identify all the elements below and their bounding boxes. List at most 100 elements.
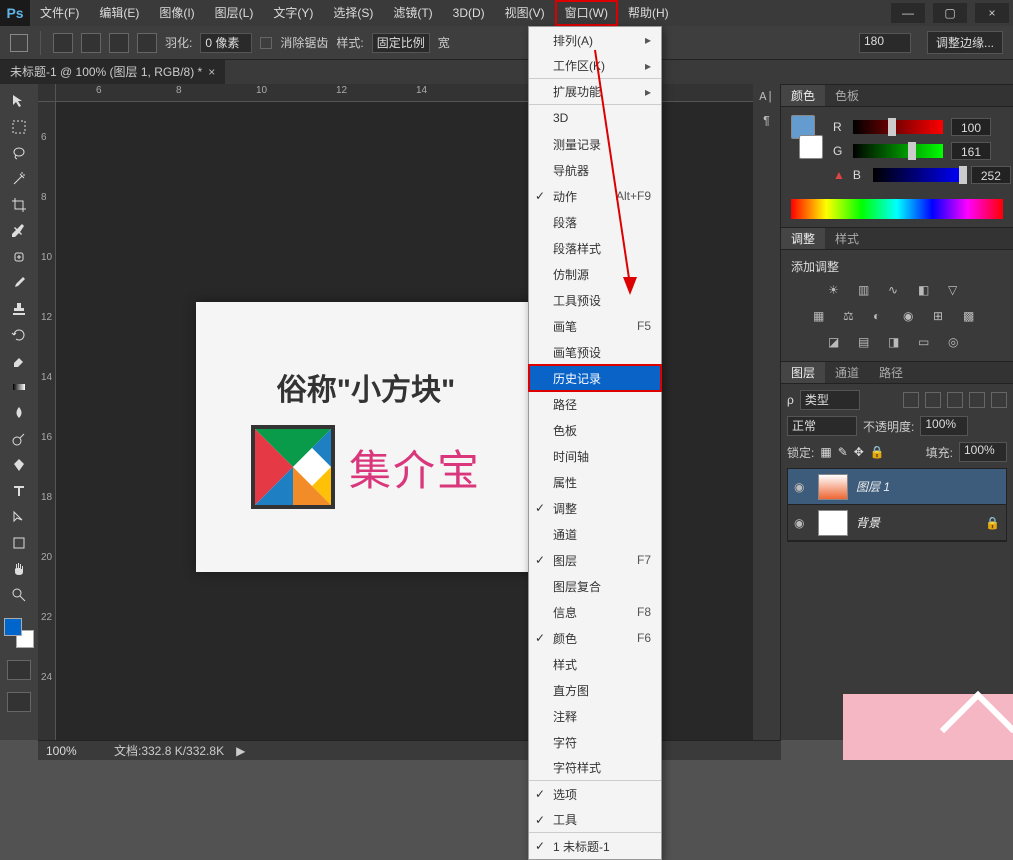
dropdown-item[interactable]: 路径 (529, 391, 661, 417)
eraser-tool-icon[interactable] (5, 349, 33, 373)
dropdown-item[interactable]: ✓图层F7 (529, 547, 661, 573)
fill-input[interactable]: 100% (959, 442, 1007, 462)
selection-mode-new-icon[interactable] (53, 33, 73, 53)
doc-tab-close-icon[interactable]: × (208, 60, 215, 84)
gradient-map-icon[interactable]: ▭ (918, 335, 936, 353)
paragraph-panel-icon[interactable]: ¶ (763, 114, 770, 128)
menu-type[interactable]: 文字(Y) (263, 0, 323, 26)
menu-image[interactable]: 图像(I) (149, 0, 204, 26)
layer-filter-select[interactable]: 类型 (800, 390, 860, 410)
eyedropper-tool-icon[interactable] (5, 219, 33, 243)
dropdown-item[interactable]: 仿制源 (529, 261, 661, 287)
stamp-tool-icon[interactable] (5, 297, 33, 321)
history-brush-tool-icon[interactable] (5, 323, 33, 347)
filter-smart-icon[interactable] (991, 392, 1007, 408)
adjustments-tab[interactable]: 调整 (781, 228, 825, 249)
brightness-icon[interactable]: ☀ (828, 283, 846, 301)
dodge-tool-icon[interactable] (5, 427, 33, 451)
dropdown-item[interactable]: 字符 (529, 729, 661, 755)
selection-mode-intersect-icon[interactable] (137, 33, 157, 53)
dropdown-item[interactable]: 信息F8 (529, 599, 661, 625)
dropdown-item[interactable]: 段落样式 (529, 235, 661, 261)
dropdown-item[interactable]: ✓工具 (529, 807, 661, 833)
layer-thumbnail[interactable] (818, 510, 848, 536)
b-slider[interactable] (873, 168, 963, 182)
layer-item[interactable]: ◉ 图层 1 (788, 469, 1006, 505)
dropdown-item[interactable]: 工作区(K)▸ (529, 53, 661, 79)
window-minimize-button[interactable]: — (891, 3, 925, 23)
pen-tool-icon[interactable] (5, 453, 33, 477)
dropdown-item[interactable]: ✓选项 (529, 781, 661, 807)
lock-all-icon[interactable]: 🔒 (870, 445, 885, 459)
screenmode-toggle[interactable] (7, 692, 31, 712)
marquee-tool-icon[interactable] (5, 115, 33, 139)
threshold-icon[interactable]: ◨ (888, 335, 906, 353)
menu-3d[interactable]: 3D(D) (443, 0, 495, 26)
vibrance-icon[interactable]: ▽ (948, 283, 966, 301)
lock-brush-icon[interactable]: ✎ (838, 445, 848, 459)
antialias-checkbox[interactable] (260, 37, 272, 49)
dropdown-item[interactable]: 画笔F5 (529, 313, 661, 339)
dropdown-item[interactable]: 样式 (529, 651, 661, 677)
visibility-toggle-icon[interactable]: ◉ (794, 516, 810, 530)
shape-tool-icon[interactable] (5, 531, 33, 555)
dropdown-item[interactable]: 时间轴 (529, 443, 661, 469)
wand-tool-icon[interactable] (5, 167, 33, 191)
menu-view[interactable]: 视图(V) (495, 0, 555, 26)
color-swatch[interactable] (4, 618, 34, 648)
dropdown-item[interactable]: 图层复合 (529, 573, 661, 599)
channel-mixer-icon[interactable]: ⊞ (933, 309, 951, 327)
heal-tool-icon[interactable] (5, 245, 33, 269)
ruler-vertical[interactable]: 6 8 10 12 14 16 18 20 22 24 (38, 102, 56, 740)
dropdown-item[interactable]: 直方图 (529, 677, 661, 703)
invert-icon[interactable]: ◪ (828, 335, 846, 353)
styles-tab[interactable]: 样式 (825, 228, 869, 249)
color-bg-swatch[interactable] (799, 135, 823, 159)
selection-mode-add-icon[interactable] (81, 33, 101, 53)
layer-name[interactable]: 图层 1 (856, 478, 1000, 495)
gradient-tool-icon[interactable] (5, 375, 33, 399)
dropdown-item[interactable]: 扩展功能▸ (529, 79, 661, 105)
window-close-button[interactable]: × (975, 3, 1009, 23)
character-panel-icon[interactable]: A| (759, 90, 773, 104)
blend-mode-select[interactable]: 正常 (787, 416, 857, 436)
hand-tool-icon[interactable] (5, 557, 33, 581)
levels-icon[interactable]: ▥ (858, 283, 876, 301)
selective-color-icon[interactable]: ◎ (948, 335, 966, 353)
exposure-icon[interactable]: ◧ (918, 283, 936, 301)
zoom-tool-icon[interactable] (5, 583, 33, 607)
window-maximize-button[interactable]: ▢ (933, 3, 967, 23)
brush-tool-icon[interactable] (5, 271, 33, 295)
filter-adjust-icon[interactable] (925, 392, 941, 408)
dropdown-item[interactable]: 色板 (529, 417, 661, 443)
lock-pixels-icon[interactable]: ▦ (820, 445, 831, 459)
channels-tab[interactable]: 通道 (825, 362, 869, 383)
lock-move-icon[interactable]: ✥ (854, 445, 864, 459)
color-tab[interactable]: 颜色 (781, 85, 825, 106)
filter-image-icon[interactable] (903, 392, 919, 408)
dropdown-item[interactable]: ✓颜色F6 (529, 625, 661, 651)
opacity-input[interactable]: 100% (920, 416, 968, 436)
dropdown-item[interactable]: 导航器 (529, 157, 661, 183)
doc-info-menu-icon[interactable]: ▶ (236, 744, 245, 758)
ruler-origin[interactable] (38, 84, 56, 102)
menu-window[interactable]: 窗口(W) (555, 0, 618, 26)
layer-name[interactable]: 背景 (856, 514, 977, 531)
menu-filter[interactable]: 滤镜(T) (383, 0, 442, 26)
dropdown-item[interactable]: ✓动作Alt+F9 (529, 183, 661, 209)
dropdown-item[interactable]: 画笔预设 (529, 339, 661, 365)
feather-input[interactable]: 0 像素 (200, 33, 252, 53)
g-slider[interactable] (853, 144, 943, 158)
layer-thumbnail[interactable] (818, 474, 848, 500)
b-value-input[interactable]: 252 (971, 166, 1011, 184)
curves-icon[interactable]: ∿ (888, 283, 906, 301)
refine-edge-button[interactable]: 调整边缘... (927, 31, 1003, 54)
move-tool-icon[interactable] (5, 89, 33, 113)
posterize-icon[interactable]: ▤ (858, 335, 876, 353)
lasso-tool-icon[interactable] (5, 141, 33, 165)
hue-icon[interactable]: ▦ (813, 309, 831, 327)
r-slider[interactable] (853, 120, 943, 134)
filter-shape-icon[interactable] (969, 392, 985, 408)
menu-edit[interactable]: 编辑(E) (89, 0, 149, 26)
r-value-input[interactable]: 100 (951, 118, 991, 136)
